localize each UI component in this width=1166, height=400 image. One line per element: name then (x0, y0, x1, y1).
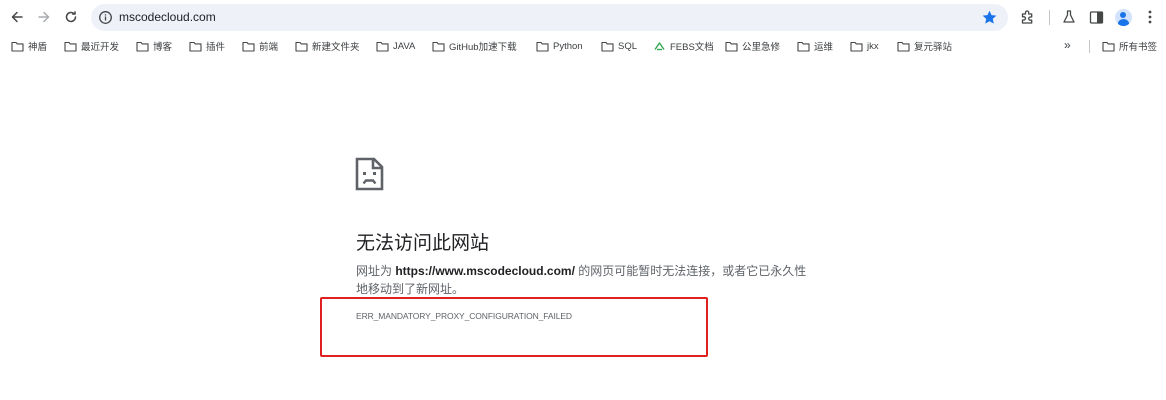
bookmark-folder[interactable]: 公里急修 (725, 38, 780, 54)
bookmark-folder[interactable]: JAVA (376, 38, 415, 54)
bookmarks-divider (1089, 40, 1090, 53)
menu-button[interactable] (1140, 7, 1160, 27)
bookmark-label: 所有书签 (1119, 42, 1158, 53)
extensions-button[interactable] (1018, 7, 1038, 27)
arrow-left-icon (11, 11, 23, 23)
bookmark-label: 前端 (259, 42, 279, 53)
bookmark-label: 博客 (153, 42, 173, 53)
bookmark-label: 最近开发 (81, 42, 120, 53)
bookmark-label: JAVA (393, 40, 416, 52)
folder-icon (64, 41, 77, 52)
bookmark-folder[interactable]: jkx (850, 38, 879, 54)
error-title: 无法访问此网站 (356, 233, 490, 254)
folder-icon (376, 41, 389, 52)
info-icon[interactable] (98, 10, 113, 25)
bookmarks-bar: 神盾 最近开发 博客 插件 前端 新建文件夹 JAVA GitHub加速下载 P… (0, 35, 1166, 57)
folder-icon (725, 41, 738, 52)
bookmark-label: 复元驿站 (914, 42, 953, 53)
labs-button[interactable] (1059, 7, 1079, 27)
folder-icon (797, 41, 810, 52)
all-bookmarks-folder[interactable]: 所有书签 (1102, 38, 1157, 54)
folder-icon (536, 41, 549, 52)
bookmark-label: Python (553, 40, 583, 52)
bookmark-label: GitHub加速下载 (449, 42, 517, 53)
bookmark-folder[interactable]: Python (536, 38, 583, 54)
error-desc-prefix: 网址为 (356, 264, 396, 278)
puzzle-icon (1021, 10, 1033, 24)
bookmark-folder[interactable]: 新建文件夹 (295, 38, 360, 54)
bookmark-label: 插件 (206, 42, 226, 53)
highlight-annotation-box (320, 297, 708, 357)
star-icon[interactable] (981, 9, 998, 26)
error-url: https://www.mscodecloud.com/ (395, 264, 575, 278)
bookmark-label: 新建文件夹 (312, 42, 360, 53)
bookmark-label: 运维 (814, 42, 834, 53)
side-panel-button[interactable] (1086, 7, 1106, 27)
back-button[interactable] (5, 5, 29, 29)
flask-icon (1063, 10, 1075, 23)
side-panel-icon (1089, 10, 1103, 24)
bookmark-folder[interactable]: 博客 (136, 38, 172, 54)
sad-page-icon (355, 157, 384, 191)
address-bar[interactable]: mscodecloud.com (91, 4, 1008, 31)
bookmark-folder[interactable]: 神盾 (11, 38, 47, 54)
bookmark-label: SQL (618, 40, 638, 52)
toolbar-divider (1049, 10, 1050, 25)
reload-button[interactable] (59, 5, 83, 29)
profile-button[interactable] (1113, 7, 1133, 27)
folder-icon (11, 41, 24, 52)
bookmark-folder[interactable]: 最近开发 (64, 38, 119, 54)
avatar-icon (1114, 8, 1132, 26)
folder-icon (601, 41, 614, 52)
bookmark-label: FEBS文档 (670, 42, 714, 53)
folder-icon (242, 41, 255, 52)
bookmark-folder[interactable]: 运维 (797, 38, 833, 54)
forward-button[interactable] (32, 5, 56, 29)
folder-icon (1102, 41, 1115, 52)
folder-icon (136, 41, 149, 52)
browser-toolbar: mscodecloud.com (0, 0, 1166, 35)
more-bookmarks-button[interactable]: » (1064, 38, 1071, 52)
bookmark-folder[interactable]: 复元驿站 (897, 38, 952, 54)
kebab-menu-icon (1148, 10, 1152, 24)
bookmark-folder[interactable]: GitHub加速下载 (432, 38, 517, 54)
folder-icon (897, 41, 910, 52)
bookmark-folder[interactable]: 前端 (242, 38, 278, 54)
reload-icon (65, 11, 77, 23)
bookmark-label: 神盾 (28, 42, 48, 53)
bookmark-folder[interactable]: SQL (601, 38, 637, 54)
url-text[interactable]: mscodecloud.com (119, 10, 216, 24)
arrow-right-icon (38, 11, 50, 23)
bookmark-label: jkx (867, 40, 879, 52)
febs-logo-icon (654, 41, 665, 50)
folder-icon (432, 41, 445, 52)
folder-icon (850, 41, 863, 52)
bookmark-link[interactable]: FEBS文档 (653, 38, 714, 54)
bookmark-folder[interactable]: 插件 (189, 38, 225, 54)
folder-icon (295, 41, 308, 52)
bookmark-label: 公里急修 (742, 42, 781, 53)
error-description: 网址为 https://www.mscodecloud.com/ 的网页可能暂时… (356, 262, 816, 298)
folder-icon (189, 41, 202, 52)
